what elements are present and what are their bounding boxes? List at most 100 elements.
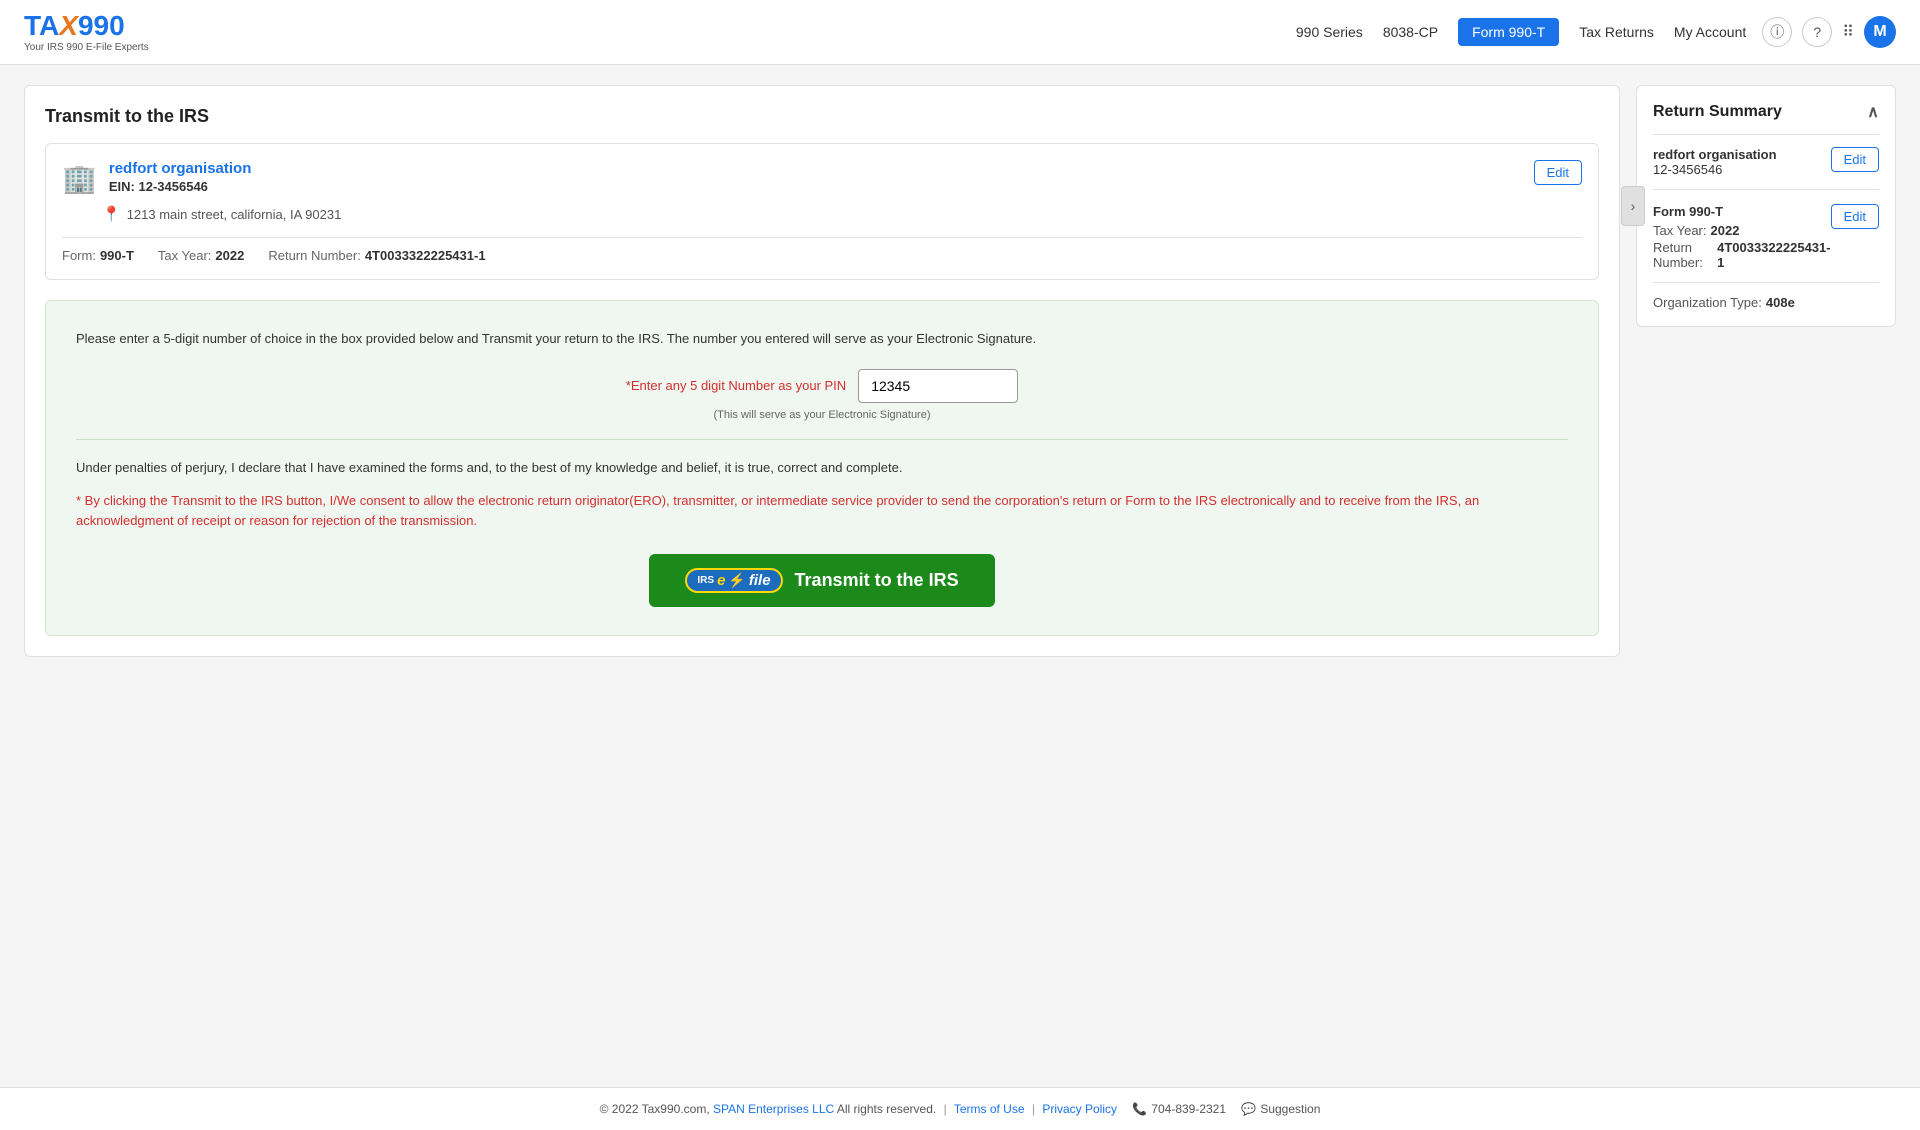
- org-meta-taxyear: Tax Year: 2022: [158, 248, 244, 263]
- org-info: 🏢 redfort organisation EIN: 12-3456546: [62, 160, 251, 195]
- efile-badge: IRS e ⚡ file: [685, 568, 782, 593]
- nav-my-account[interactable]: My Account: [1674, 24, 1746, 40]
- org-details: redfort organisation EIN: 12-3456546: [109, 160, 252, 194]
- tax-year-label: Tax Year:: [158, 248, 212, 263]
- sidebar-toggle-button[interactable]: ›: [1621, 186, 1645, 226]
- sidebar-tax-year-label: Tax Year:: [1653, 223, 1707, 238]
- sidebar-return-label: Return Number:: [1653, 240, 1713, 270]
- efile-file-text: file: [749, 572, 771, 589]
- sidebar-tax-year-value: 2022: [1711, 223, 1740, 238]
- pin-label: *Enter any 5 digit Number as your PIN: [626, 378, 846, 393]
- org-ein: EIN: 12-3456546: [109, 179, 252, 194]
- nav-990-series[interactable]: 990 Series: [1296, 24, 1363, 40]
- logo-x: X: [59, 10, 78, 41]
- sidebar-divider-3: [1653, 282, 1879, 283]
- suggestion-icon: 💬: [1241, 1102, 1256, 1116]
- org-name: redfort organisation: [109, 160, 252, 177]
- pin-divider: [76, 439, 1568, 440]
- return-summary-sidebar: › Return Summary ∧ redfort organisation …: [1636, 85, 1896, 327]
- footer-phone: 📞 704-839-2321: [1132, 1102, 1226, 1116]
- footer-copyright: © 2022 Tax990.com,: [600, 1102, 710, 1116]
- help-icon[interactable]: ?: [1802, 17, 1832, 47]
- apps-icon[interactable]: ⠿: [1842, 22, 1854, 42]
- header: TAX990 Your IRS 990 E-File Experts 990 S…: [0, 0, 1920, 65]
- logo-area: TAX990 Your IRS 990 E-File Experts: [24, 12, 149, 53]
- footer: © 2022 Tax990.com, SPAN Enterprises LLC …: [0, 1087, 1920, 1130]
- sidebar-org-edit-button[interactable]: Edit: [1831, 147, 1879, 172]
- nav-8038cp[interactable]: 8038-CP: [1383, 24, 1438, 40]
- ein-value: 12-3456546: [139, 179, 208, 194]
- sidebar-divider-2: [1653, 189, 1879, 190]
- pin-instruction: Please enter a 5-digit number of choice …: [76, 329, 1568, 349]
- nav-form990t[interactable]: Form 990-T: [1458, 18, 1559, 46]
- consent-body: By clicking the Transmit to the IRS butt…: [76, 493, 1479, 528]
- consent-text: * By clicking the Transmit to the IRS bu…: [76, 491, 1568, 530]
- address-pin-icon: 📍: [102, 205, 121, 223]
- form-value: 990-T: [100, 248, 134, 263]
- logo[interactable]: TAX990: [24, 12, 125, 40]
- footer-divider-1: |: [944, 1102, 947, 1116]
- org-edit-button[interactable]: Edit: [1534, 160, 1582, 185]
- sidebar-org-type-row: Organization Type: 408e: [1653, 295, 1879, 310]
- sidebar-return-row: Return Number: 4T0033322225431-1: [1653, 240, 1831, 270]
- main-nav: 990 Series 8038-CP Form 990-T Tax Return…: [1296, 18, 1746, 46]
- phone-number: 704-839-2321: [1151, 1102, 1226, 1116]
- main-content: Transmit to the IRS 🏢 redfort organisati…: [24, 85, 1620, 1067]
- form-label: Form:: [62, 248, 96, 263]
- header-icons: ⓘ ? ⠿ M: [1762, 16, 1896, 48]
- efile-irs-text: IRS: [697, 575, 714, 586]
- org-meta: Form: 990-T Tax Year: 2022 Return Number…: [62, 248, 1582, 263]
- sidebar-form-top: Form 990-T Tax Year: 2022 Return Number:…: [1653, 204, 1879, 270]
- transmit-label: Transmit to the IRS: [795, 570, 959, 591]
- page-title: Transmit to the IRS: [45, 106, 1599, 127]
- sidebar-form-name: Form 990-T: [1653, 204, 1831, 219]
- suggestion-text: Suggestion: [1260, 1102, 1320, 1116]
- address-text: 1213 main street, california, IA 90231: [127, 207, 342, 222]
- collapse-icon[interactable]: ∧: [1867, 102, 1879, 122]
- org-box: 🏢 redfort organisation EIN: 12-3456546 E…: [45, 143, 1599, 280]
- sidebar-form-section: Form 990-T Tax Year: 2022 Return Number:…: [1653, 204, 1879, 270]
- efile-e-text: e: [717, 572, 725, 589]
- footer-suggestion[interactable]: 💬 Suggestion: [1241, 1102, 1320, 1116]
- logo-tax: TA: [24, 10, 59, 41]
- sidebar-org-type-value: 408e: [1766, 295, 1795, 310]
- logo-tagline: Your IRS 990 E-File Experts: [24, 42, 149, 53]
- footer-rights: All rights reserved.: [837, 1102, 936, 1116]
- avatar[interactable]: M: [1864, 16, 1896, 48]
- pin-hint: (This will serve as your Electronic Sign…: [76, 409, 1568, 421]
- sidebar-inner: Return Summary ∧ redfort organisation 12…: [1637, 86, 1895, 326]
- efile-bolt-icon: ⚡: [728, 572, 745, 589]
- footer-privacy-link[interactable]: Privacy Policy: [1042, 1102, 1117, 1116]
- page-card: Transmit to the IRS 🏢 redfort organisati…: [24, 85, 1620, 657]
- footer-terms-link[interactable]: Terms of Use: [954, 1102, 1025, 1116]
- org-meta-return: Return Number: 4T0033322225431-1: [268, 248, 485, 263]
- transmit-btn-wrapper: IRS e ⚡ file Transmit to the IRS: [76, 554, 1568, 607]
- transmit-button[interactable]: IRS e ⚡ file Transmit to the IRS: [649, 554, 994, 607]
- footer-span-link[interactable]: SPAN Enterprises LLC: [713, 1102, 834, 1116]
- sidebar-title: Return Summary ∧: [1653, 102, 1879, 122]
- sidebar-org-type-label: Organization Type:: [1653, 295, 1762, 310]
- org-address: 📍 1213 main street, california, IA 90231: [62, 205, 1582, 223]
- return-number-label: Return Number:: [268, 248, 360, 263]
- ein-label: EIN:: [109, 179, 135, 194]
- nav-tax-returns[interactable]: Tax Returns: [1579, 24, 1654, 40]
- footer-divider-2: |: [1032, 1102, 1035, 1116]
- sidebar-ein: 12-3456546: [1653, 162, 1777, 177]
- pin-input[interactable]: [858, 369, 1018, 403]
- sidebar-form-edit-button[interactable]: Edit: [1831, 204, 1879, 229]
- perjury-text: Under penalties of perjury, I declare th…: [76, 458, 1568, 478]
- org-building-icon: 🏢: [62, 162, 97, 195]
- tax-year-value: 2022: [215, 248, 244, 263]
- main-layout: Transmit to the IRS 🏢 redfort organisati…: [0, 65, 1920, 1087]
- sidebar-org-section: redfort organisation 12-3456546 Edit: [1653, 147, 1879, 177]
- phone-icon: 📞: [1132, 1102, 1147, 1116]
- org-meta-form: Form: 990-T: [62, 248, 134, 263]
- info-icon[interactable]: ⓘ: [1762, 17, 1792, 47]
- return-number-value: 4T0033322225431-1: [365, 248, 486, 263]
- sidebar-title-text: Return Summary: [1653, 103, 1782, 121]
- pin-section: Please enter a 5-digit number of choice …: [45, 300, 1599, 636]
- sidebar-return-value: 4T0033322225431-1: [1717, 240, 1831, 270]
- sidebar-org-info: redfort organisation 12-3456546: [1653, 147, 1777, 177]
- org-header: 🏢 redfort organisation EIN: 12-3456546 E…: [62, 160, 1582, 195]
- logo-990: 990: [78, 10, 125, 41]
